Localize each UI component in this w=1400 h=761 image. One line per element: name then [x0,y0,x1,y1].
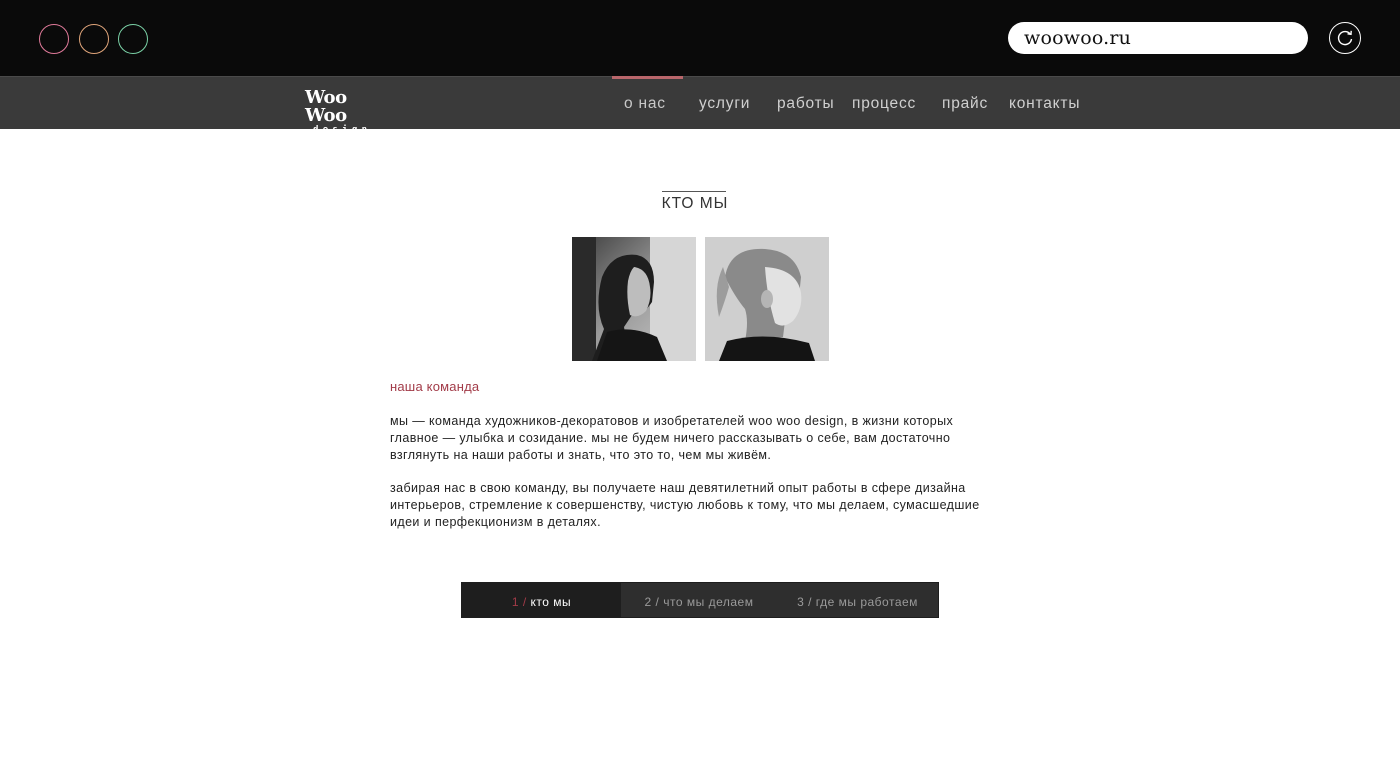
tab-number: 3 / [797,595,812,609]
about-paragraph-1: мы — команда художников-декоратовов и из… [390,414,954,462]
window-maximize-button[interactable] [118,24,148,54]
tab-label: где мы работаем [815,595,918,609]
reload-button[interactable] [1329,22,1361,54]
window-minimize-button[interactable] [79,24,109,54]
nav-item-services[interactable]: услуги [699,77,750,129]
team-subheading: наша команда [390,379,480,394]
window-close-button[interactable] [39,24,69,54]
browser-chrome: woowoo.ru [0,0,1400,76]
tab-label: кто мы [530,595,572,609]
tab-label: что мы делаем [663,595,754,609]
nav-item-price[interactable]: прайс [942,77,988,129]
team-photo-1 [572,237,696,361]
team-photo-2 [705,237,829,361]
tab-number: 1 / [511,595,527,609]
address-bar[interactable]: woowoo.ru [1008,22,1308,54]
reload-icon [1337,30,1353,46]
section-title: кто мы [661,195,729,212]
about-paragraph-2: забирая нас в свою команду, вы получаете… [390,481,980,529]
tab-who-we-are[interactable]: 1 / кто мы [462,583,621,617]
logo-subtitle: design [313,125,372,135]
section-tabs: 1 / кто мы 2 / что мы делаем 3 / где мы … [461,582,939,618]
logo-title: Woo Woo [305,87,347,126]
tab-number: 2 / [644,595,660,609]
tab-what-we-do[interactable]: 2 / что мы делаем [621,583,777,617]
nav-item-about[interactable]: о нас [624,77,666,129]
nav-item-process[interactable]: процесс [852,77,916,129]
site-navbar: Woo Woo design о нас услуги работы проце… [0,76,1400,136]
nav-item-works[interactable]: работы [777,77,834,129]
nav-item-contacts[interactable]: контакты [1009,77,1080,129]
tab-where-we-work[interactable]: 3 / где мы работаем [777,583,938,617]
site-logo[interactable]: Woo Woo design [305,89,387,136]
section-title-rule [662,191,726,192]
address-text: woowoo.ru [1024,27,1132,49]
